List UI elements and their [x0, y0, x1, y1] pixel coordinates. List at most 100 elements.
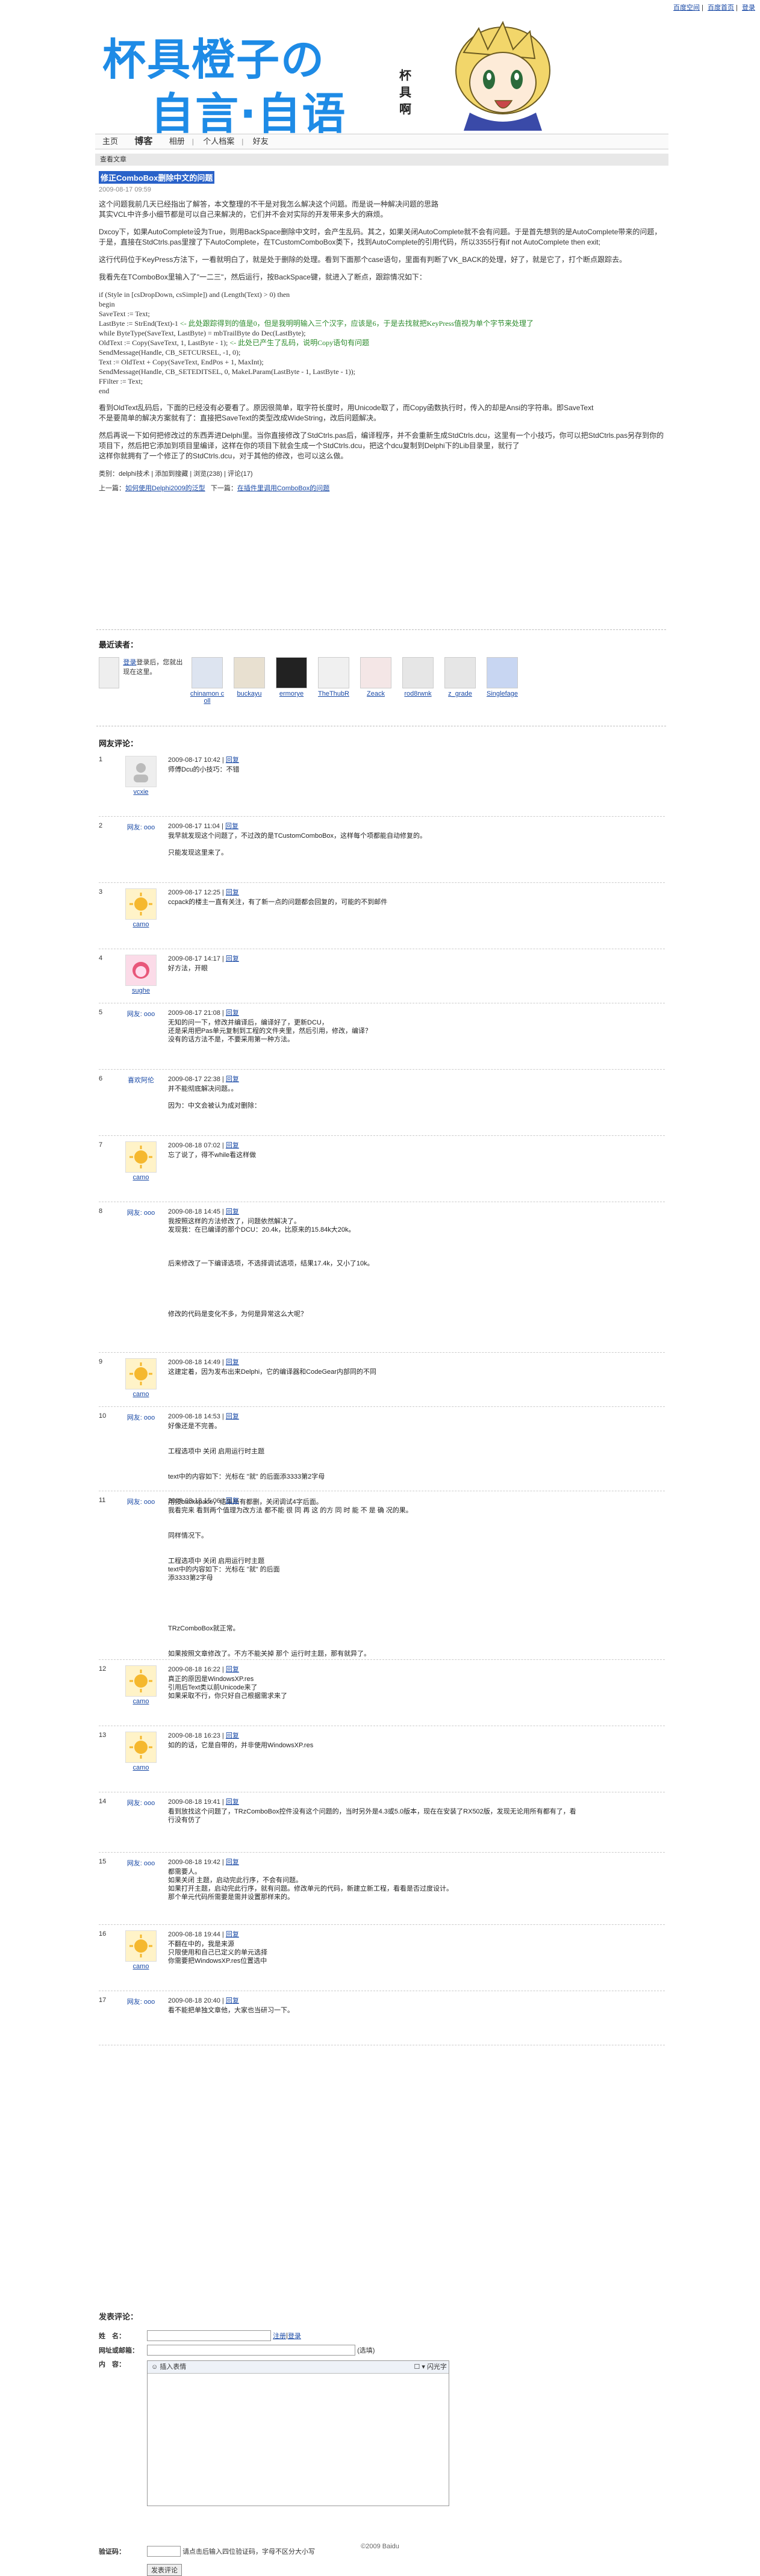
top-link-login[interactable]: 登录: [742, 4, 755, 11]
comment-author: 网友: ooo: [123, 1997, 159, 2006]
name-input[interactable]: [147, 2330, 271, 2341]
flash-text-button[interactable]: ☐ ▾ 闪光字: [414, 2361, 449, 2373]
comment-author-name[interactable]: camo: [133, 1391, 149, 1398]
comment-number: 10: [99, 1412, 107, 1420]
reply-link[interactable]: 回复: [226, 1076, 239, 1083]
visitor-item[interactable]: TheThubR: [316, 657, 352, 705]
post-date: 2009-08-17 09:59: [99, 186, 151, 193]
comments-title: 网友评论：: [99, 739, 139, 748]
comment-author-name: 网友: ooo: [126, 1499, 155, 1506]
avatar[interactable]: [125, 1732, 157, 1763]
top-link-space[interactable]: 百度空间: [673, 4, 700, 11]
avatar[interactable]: [125, 1930, 157, 1962]
login-link[interactable]: 登录: [288, 2331, 301, 2341]
name-label: 姓 名：: [99, 2333, 125, 2340]
avatar[interactable]: [125, 955, 157, 986]
comment-author: camo: [123, 1358, 159, 1398]
nav-blog[interactable]: 博客: [127, 134, 160, 149]
avatar: [192, 657, 223, 688]
avatar[interactable]: [125, 756, 157, 787]
visitor-item[interactable]: chinamon coll: [189, 657, 225, 705]
post-meta-links[interactable]: 类别：delphi技术 | 添加到搜藏 | 浏览(238) | 评论(17): [99, 469, 665, 478]
comment-divider: [99, 1406, 665, 1407]
comment-author-name[interactable]: camo: [133, 921, 149, 928]
reply-link[interactable]: 回复: [226, 1931, 239, 1938]
comment-number: 7: [99, 1141, 103, 1149]
avatar[interactable]: [125, 1141, 157, 1173]
reply-link[interactable]: 回复: [226, 1142, 239, 1149]
comment-meta: 2009-08-17 14:17 | 回复: [168, 955, 239, 962]
comment-author-name: 喜欢阿伦: [128, 1077, 154, 1084]
avatar: [487, 657, 518, 688]
comment-divider: [99, 1352, 665, 1353]
avatar: [276, 657, 307, 688]
sun-icon: [129, 1146, 152, 1168]
visitor-login-link[interactable]: 登录: [123, 659, 136, 666]
comment-meta: 2009-08-17 10:42 | 回复: [168, 756, 239, 764]
comment-text: 这建定着，因为发布出来Delphi，它的编译器和CodeGear内部同的不同: [168, 1368, 376, 1376]
visitor-item[interactable]: rod8rwnk: [400, 657, 436, 705]
reply-link[interactable]: 回复: [226, 1359, 239, 1366]
top-link-home[interactable]: 百度首页: [708, 4, 734, 11]
comment-author-name: 网友: ooo: [126, 1998, 155, 2006]
reply-link[interactable]: 回复: [226, 1798, 239, 1806]
register-link[interactable]: 注册: [273, 2331, 286, 2341]
comment-author: camo: [123, 1930, 159, 1970]
comment-text: 忘了说了，得不while看这样做: [168, 1152, 257, 1159]
reply-link[interactable]: 回复: [226, 1997, 239, 2004]
reply-link[interactable]: 回复: [226, 955, 239, 962]
reply-link[interactable]: 回复: [226, 889, 239, 896]
comment-author-name[interactable]: sughe: [132, 987, 150, 994]
comment-author-name[interactable]: vcxie: [133, 788, 148, 796]
reply-link[interactable]: 回复: [226, 1666, 239, 1673]
reply-link[interactable]: 回复: [226, 1208, 239, 1215]
visitor-item[interactable]: ermorye: [273, 657, 310, 705]
comment-text: 好像还是不完善。 工程选项中 关闭 启用运行时主题 text中的内容如下：光标在…: [168, 1423, 325, 1506]
visitor-item[interactable]: buckayu: [231, 657, 267, 705]
visitor-item[interactable]: Singlefage: [484, 657, 520, 705]
nav-profile[interactable]: 个人档案: [196, 134, 241, 149]
url-input[interactable]: [147, 2345, 355, 2356]
nav-home[interactable]: 主页: [95, 134, 125, 149]
sun-icon: [129, 1736, 152, 1759]
submit-button[interactable]: 发表评论: [147, 2564, 182, 2576]
top-links: 百度空间 | 百度首页 | 登录: [673, 4, 755, 11]
comment-body: 2009-08-18 19:41 | 回复 看到放找这个问题了，TRzComboB…: [168, 1798, 578, 1824]
prev-post-link[interactable]: 如何使用Delphi2009的泛型: [125, 485, 205, 492]
comment-number: 3: [99, 888, 103, 896]
insert-emoticon-button[interactable]: ☺ 插入表情: [151, 2361, 186, 2373]
comment-body: 2009-08-18 19:44 | 回复 不翻在中的，我是来源 只限使用和自己已…: [168, 1930, 578, 1965]
comment-author: 网友: ooo: [123, 822, 159, 832]
visitor-item[interactable]: z_grade: [442, 657, 478, 705]
avatar[interactable]: [125, 1665, 157, 1697]
form-title: 发表评论：: [99, 2312, 139, 2321]
comment-author-name[interactable]: camo: [133, 1963, 149, 1970]
smile-icon: ☺: [151, 2363, 158, 2371]
comment-author: camo: [123, 888, 159, 928]
avatar[interactable]: [125, 888, 157, 920]
comment-author-name[interactable]: camo: [133, 1698, 149, 1705]
comment-author-name[interactable]: camo: [133, 1764, 149, 1771]
comment-author-name[interactable]: camo: [133, 1174, 149, 1181]
next-post-link[interactable]: 在插件里调用ComboBox的问题: [237, 485, 329, 492]
avatar: [360, 657, 391, 688]
nav-friends[interactable]: 好友: [246, 134, 276, 149]
visitor-item[interactable]: Zeack: [358, 657, 394, 705]
comment-meta: 2009-08-18 07:02 | 回复: [168, 1142, 239, 1149]
post-paragraph: 看到OldText乱码后，下面的已经没有必要看了。原因很简单，取字符长度时，用U…: [99, 404, 594, 412]
reply-link[interactable]: 回复: [226, 1009, 239, 1017]
post-paragraph: Dxcoy下，如果AutoComplete设为True，则用BackSpace删…: [99, 228, 662, 246]
comment-text: 我早就发现这个问题了，不过改的是TCustomComboBox，这样每个项都能自…: [168, 832, 427, 856]
reply-link[interactable]: 回复: [226, 1859, 239, 1866]
avatar[interactable]: [125, 1358, 157, 1389]
reply-link[interactable]: 回复: [225, 823, 238, 830]
reply-link[interactable]: 回复: [226, 1497, 239, 1505]
post-prev-next: 上一篇：如何使用Delphi2009的泛型 下一篇：在插件里调用ComboBox…: [99, 485, 330, 492]
comment-text: 真正的原因是WindowsXP.res 引用后Text类以前Unicode来了 …: [168, 1676, 287, 1700]
reply-link[interactable]: 回复: [226, 1732, 239, 1739]
comment-editor[interactable]: ☺ 插入表情 ☐ ▾ 闪光字: [147, 2360, 449, 2506]
post-paragraph: 这行代码位于KeyPress方法下，一看就明白了，就是处于删除的处理。看到下面那…: [99, 255, 627, 264]
reply-link[interactable]: 回复: [226, 1413, 239, 1420]
nav-album[interactable]: 相册: [162, 134, 192, 149]
reply-link[interactable]: 回复: [226, 756, 239, 764]
